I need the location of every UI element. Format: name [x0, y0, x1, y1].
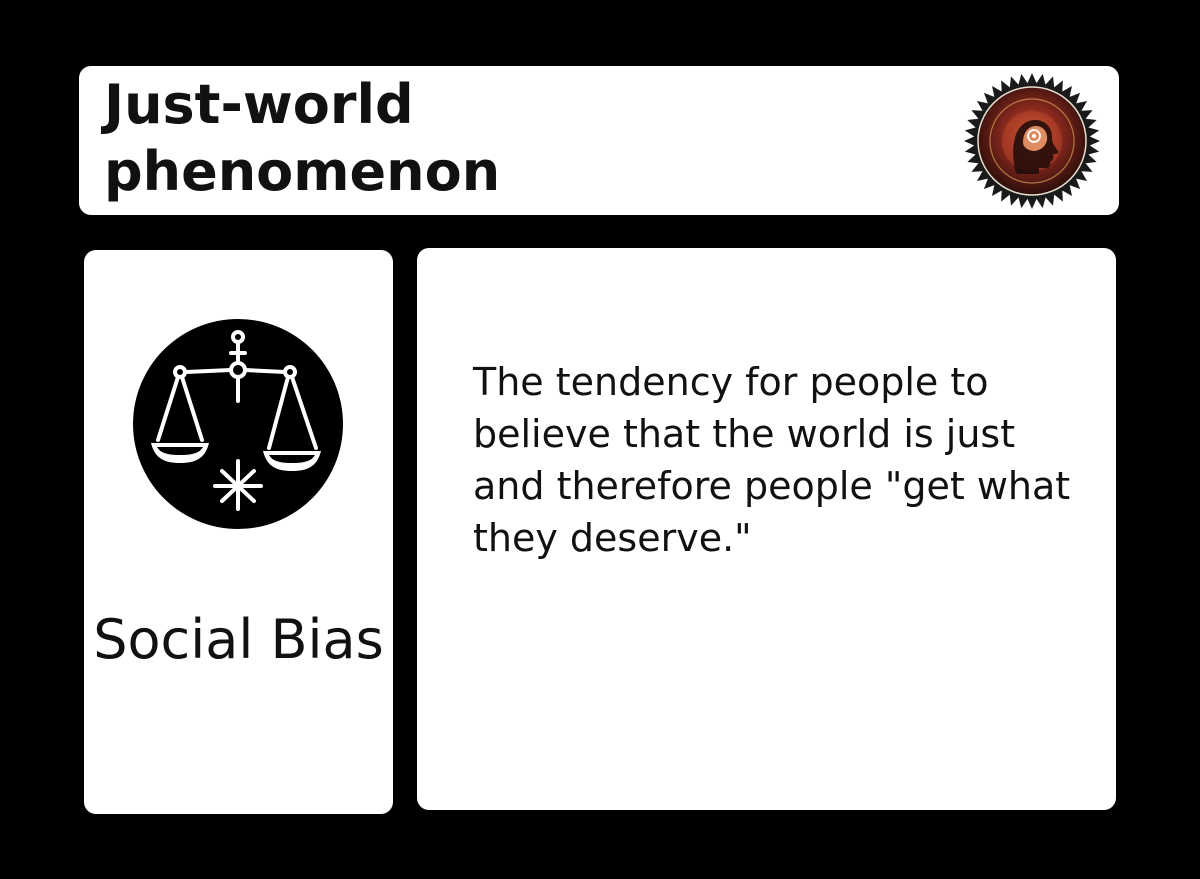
title-panel: Just-world phenomenon	[79, 66, 1119, 215]
card-title: Just-world phenomenon	[104, 73, 501, 203]
head-silhouette-seal-icon	[964, 73, 1100, 209]
category-panel: Social Bias	[84, 250, 393, 814]
description-panel: The tendency for people to believe that …	[417, 248, 1116, 810]
scales-of-justice-icon	[133, 319, 343, 529]
category-label: Social Bias	[93, 608, 384, 671]
definition-text: The tendency for people to believe that …	[473, 360, 1071, 560]
